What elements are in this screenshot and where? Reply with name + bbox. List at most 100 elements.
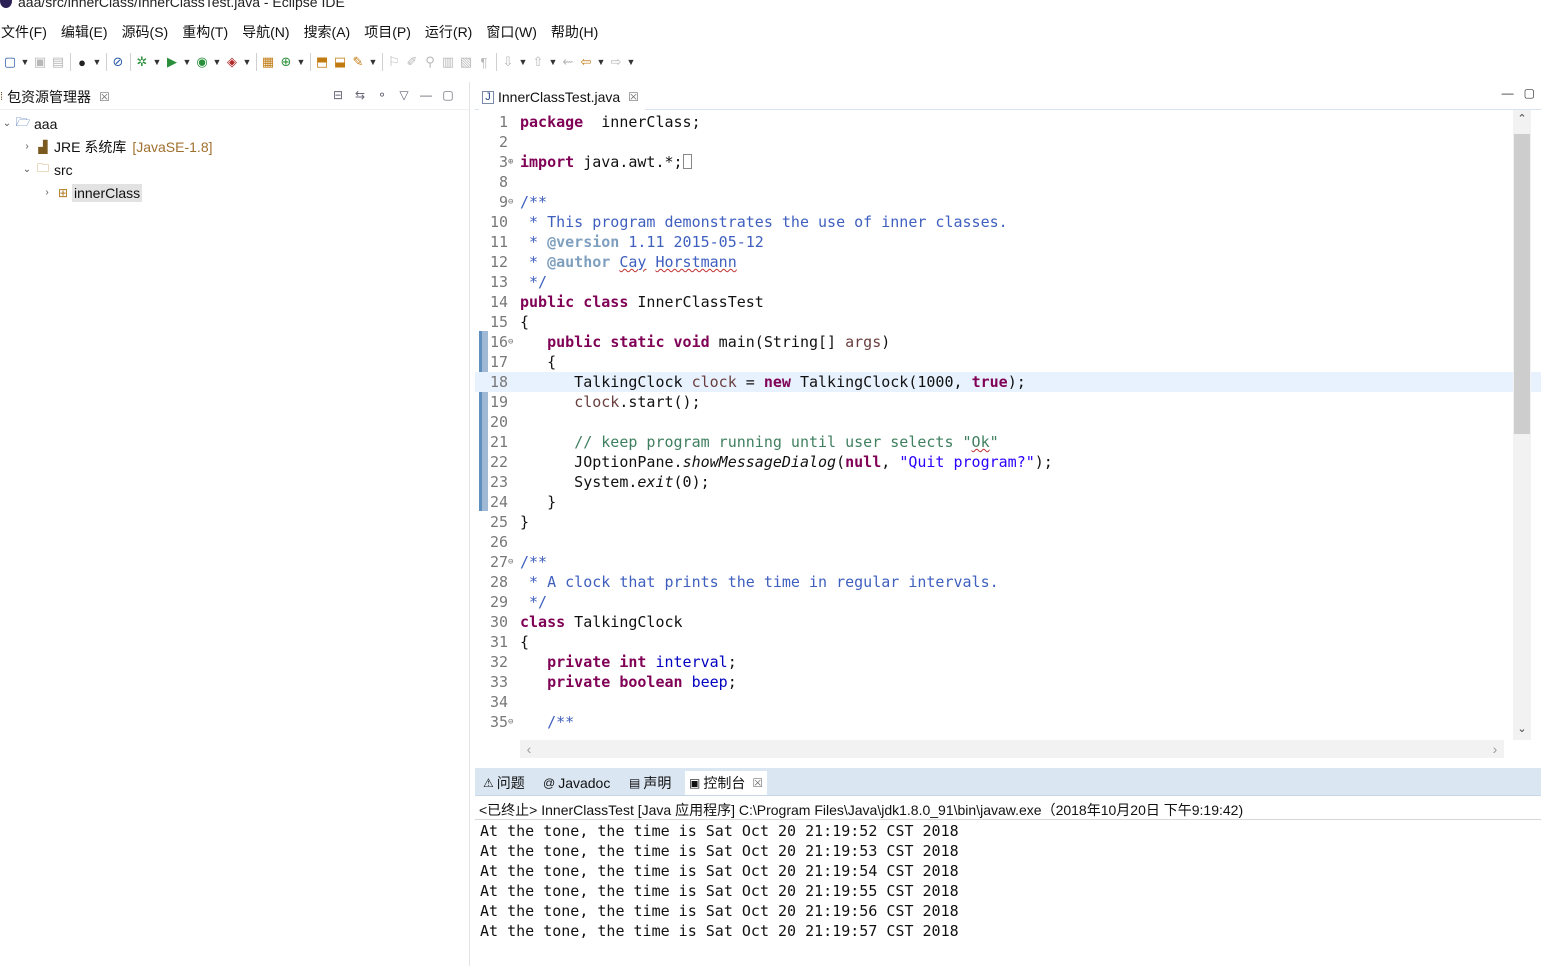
- forward-icon[interactable]: ⇨: [607, 51, 625, 73]
- horizontal-scrollbar[interactable]: ‹ ›: [520, 740, 1504, 758]
- bottom-tab-javadoc[interactable]: @ Javadoc: [539, 771, 614, 795]
- maximize-icon[interactable]: ▢: [1524, 86, 1535, 100]
- chevron-down-icon[interactable]: ⌄: [20, 164, 34, 175]
- new-icon[interactable]: ▢: [1, 51, 19, 73]
- code-token: (: [836, 453, 846, 471]
- next-annotation-dropdown-icon[interactable]: ▼: [517, 51, 529, 73]
- tree-item-package[interactable]: › ⊞ innerClass: [0, 181, 469, 204]
- code-line: 12 * @author Cay Horstmann: [475, 252, 1541, 272]
- menu-item[interactable]: 搜索(A): [297, 20, 358, 44]
- new-class-icon[interactable]: ⊕: [277, 51, 295, 73]
- menu-item[interactable]: 编辑(E): [54, 20, 115, 44]
- previous-annotation-dropdown-icon[interactable]: ▼: [547, 51, 559, 73]
- console-line: At the tone, the time is Sat Oct 20 21:1…: [480, 902, 959, 920]
- search-icon[interactable]: ✎: [349, 51, 367, 73]
- editor-tab[interactable]: J InnerClassTest.java ☒: [479, 84, 645, 110]
- tree-item-src[interactable]: ⌄ 🗀 src: [0, 158, 469, 181]
- fold-collapse-icon[interactable]: ⊖: [508, 332, 518, 352]
- code-token: exit: [637, 473, 674, 491]
- debug-icon[interactable]: ✲: [133, 51, 151, 73]
- previous-annotation-icon[interactable]: ⇧: [529, 51, 547, 73]
- fold-collapse-icon[interactable]: ⊖: [508, 552, 518, 572]
- minimize-icon[interactable]: —: [417, 86, 435, 104]
- pilcrow-icon[interactable]: ¶: [475, 51, 493, 73]
- close-icon[interactable]: ☒: [628, 90, 639, 104]
- external-tools-icon[interactable]: ◈: [223, 51, 241, 73]
- link-with-editor-icon[interactable]: ⇆: [351, 86, 369, 104]
- menu-item[interactable]: 文件(F): [0, 20, 54, 44]
- save-icon[interactable]: ▣: [31, 51, 49, 73]
- scroll-down-icon[interactable]: ⌄: [1513, 722, 1531, 738]
- coverage-dropdown-icon[interactable]: ▼: [211, 51, 223, 73]
- forward-dropdown-icon[interactable]: ▼: [625, 51, 637, 73]
- run-icon[interactable]: ▶: [163, 51, 181, 73]
- chevron-right-icon[interactable]: ›: [20, 141, 34, 152]
- bottom-tab-console[interactable]: ▣ 控制台 ☒: [685, 771, 768, 795]
- console-icon: ▣: [689, 776, 701, 790]
- folded-region-marker[interactable]: [682, 154, 692, 169]
- minimize-icon[interactable]: —: [1502, 86, 1514, 100]
- package-explorer-tab[interactable]: ⁞ 包资源管理器 ☒: [0, 86, 110, 108]
- code-text: * This program demonstrates the use of i…: [520, 212, 1008, 232]
- fold-collapse-icon[interactable]: ⊖: [508, 192, 518, 212]
- menu-item[interactable]: 重构(T): [175, 20, 235, 44]
- fold-collapse-icon[interactable]: ⊖: [508, 712, 518, 732]
- focus-on-task-icon[interactable]: ⚬: [373, 86, 391, 104]
- scroll-right-icon[interactable]: ›: [1488, 740, 1502, 758]
- fold-expand-icon[interactable]: ⊕: [508, 152, 518, 172]
- maximize-icon[interactable]: ▢: [439, 86, 457, 104]
- bottom-tab-problems[interactable]: ⚠ 问题: [479, 771, 529, 795]
- debug-dropdown-icon[interactable]: ▼: [151, 51, 163, 73]
- last-edit-location-icon[interactable]: ⇜: [559, 51, 577, 73]
- toggle-breadcrumb-icon[interactable]: ⚲: [421, 51, 439, 73]
- block-selection-icon[interactable]: ▥: [439, 51, 457, 73]
- main-toolbar: ▢ ▼ ▣ ▤ ● ▼ ⊘ ✲ ▼ ▶ ▼ ◉ ▼ ◈ ▼ ▦ ⊕ ▼ ⬒ ⬓ ✎ ▼ ⚐ ✐ ⚲…: [0, 49, 1541, 75]
- menu-item[interactable]: 运行(R): [418, 20, 479, 44]
- chevron-right-icon[interactable]: ›: [40, 187, 54, 198]
- menu-item[interactable]: 窗口(W): [479, 20, 544, 44]
- mark-occurrences-icon[interactable]: ✐: [403, 51, 421, 73]
- run-dropdown-icon[interactable]: ▼: [181, 51, 193, 73]
- menu-item[interactable]: 项目(P): [357, 20, 418, 44]
- close-icon[interactable]: ☒: [99, 90, 110, 104]
- open-type-icon[interactable]: ⬒: [313, 51, 331, 73]
- close-icon[interactable]: ☒: [752, 776, 763, 790]
- menu-item[interactable]: 源码(S): [115, 20, 176, 44]
- new-class-dropdown-icon[interactable]: ▼: [295, 51, 307, 73]
- bottom-tab-declaration[interactable]: ▤ 声明: [625, 771, 675, 795]
- next-annotation-icon[interactable]: ⇩: [499, 51, 517, 73]
- line-number: 13: [489, 273, 508, 291]
- search-dropdown-icon[interactable]: ▼: [367, 51, 379, 73]
- open-task-icon[interactable]: ⬓: [331, 51, 349, 73]
- scroll-up-icon[interactable]: ⌃: [1513, 112, 1531, 128]
- back-icon[interactable]: ⇦: [577, 51, 595, 73]
- vertical-scrollbar[interactable]: ⌃ ⌄: [1513, 110, 1531, 740]
- code-line: 15 {: [475, 312, 1541, 332]
- view-menu-icon[interactable]: ▽: [395, 86, 413, 104]
- scroll-left-icon[interactable]: ‹: [522, 740, 536, 758]
- toggle-annotation-icon[interactable]: ⚐: [385, 51, 403, 73]
- save-all-icon[interactable]: ▤: [49, 51, 67, 73]
- menu-item[interactable]: 帮助(H): [544, 20, 605, 44]
- tree-item-project[interactable]: ⌄ 🗁 aaa: [0, 112, 469, 135]
- scrollbar-thumb[interactable]: [1514, 134, 1530, 434]
- console-output[interactable]: At the tone, the time is Sat Oct 20 21:1…: [480, 821, 959, 941]
- code-token: java.awt.*;: [574, 153, 683, 171]
- profile-icon[interactable]: ●: [73, 51, 91, 73]
- show-whitespace-icon[interactable]: ▧: [457, 51, 475, 73]
- chevron-down-icon[interactable]: ⌄: [0, 118, 14, 129]
- menu-item[interactable]: 导航(N): [235, 20, 296, 44]
- profile-dropdown-icon[interactable]: ▼: [91, 51, 103, 73]
- new-package-icon[interactable]: ▦: [259, 51, 277, 73]
- coverage-icon[interactable]: ◉: [193, 51, 211, 73]
- code-text: }: [520, 512, 529, 532]
- code-line: 28 * A clock that prints the time in reg…: [475, 572, 1541, 592]
- collapse-all-icon[interactable]: ⊟: [329, 86, 347, 104]
- back-dropdown-icon[interactable]: ▼: [595, 51, 607, 73]
- tree-item-jre[interactable]: › ▟ JRE 系统库 [JavaSE-1.8]: [0, 135, 469, 158]
- external-tools-dropdown-icon[interactable]: ▼: [241, 51, 253, 73]
- code-token: // keep program running until user selec…: [574, 433, 972, 451]
- editor-text-area[interactable]: 1 package innerClass; 2 3 ⊕ import java.awt.*…: [475, 112, 1541, 732]
- skip-breakpoints-icon[interactable]: ⊘: [109, 51, 127, 73]
- new-dropdown-icon[interactable]: ▼: [19, 51, 31, 73]
